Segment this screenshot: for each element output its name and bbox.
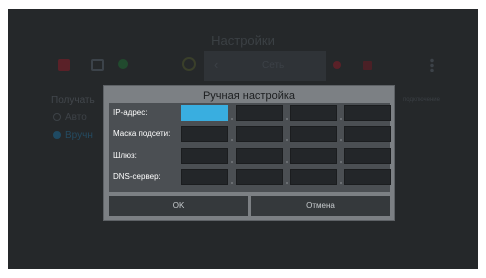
- obtain-label: Получать: [51, 95, 95, 106]
- gateway-label: Шлюз:: [113, 151, 137, 160]
- ok-button[interactable]: OK: [109, 196, 248, 216]
- connection-note: подключение: [403, 97, 440, 103]
- parental-icon[interactable]: [333, 61, 341, 69]
- clock-icon[interactable]: [182, 57, 196, 71]
- gateway-dot: [286, 161, 288, 163]
- ip-octet-4[interactable]: [344, 105, 391, 121]
- gateway-octet-3[interactable]: [290, 148, 337, 164]
- dns-octet-2[interactable]: [236, 169, 283, 185]
- gateway-octet-2[interactable]: [236, 148, 283, 164]
- mask-dot: [286, 139, 288, 141]
- cancel-button[interactable]: Отмена: [251, 196, 390, 216]
- radio-auto-label: Авто: [65, 112, 87, 123]
- gateway-dot: [340, 161, 342, 163]
- radio-auto[interactable]: Авто: [53, 112, 87, 123]
- tv-icon[interactable]: [58, 59, 70, 71]
- cast-icon[interactable]: [118, 59, 128, 69]
- mask-label: Маска подсети:: [113, 129, 171, 138]
- mask-octet-4[interactable]: [344, 126, 391, 142]
- ip-octet-1[interactable]: [181, 105, 228, 121]
- gateway-octet-1[interactable]: [181, 148, 228, 164]
- gateway-dot: [231, 161, 233, 163]
- fields-panel: IP-адрес: Маска подсети: Шлюз: DNS-серве…: [109, 103, 391, 192]
- mask-dot: [340, 139, 342, 141]
- gateway-octet-4[interactable]: [344, 148, 391, 164]
- radio-manual[interactable]: Вручн: [53, 130, 93, 141]
- dns-octet-4[interactable]: [344, 169, 391, 185]
- radio-dot-icon: [53, 131, 61, 139]
- radio-manual-label: Вручн: [65, 130, 93, 141]
- mask-dot: [231, 139, 233, 141]
- mask-octet-3[interactable]: [290, 126, 337, 142]
- ip-dot: [231, 118, 233, 120]
- dns-dot: [286, 182, 288, 184]
- mask-octet-2[interactable]: [236, 126, 283, 142]
- dns-dot: [340, 182, 342, 184]
- tv-screen: Настройки ‹ Сеть Получать подключение Ав…: [8, 9, 478, 269]
- dialog-title: Ручная настройка: [202, 90, 296, 102]
- ip-label: IP-адрес:: [113, 108, 148, 117]
- radio-dot-icon: [53, 113, 61, 121]
- dns-label: DNS-сервер:: [113, 172, 161, 181]
- settings-title: Настройки: [211, 33, 275, 48]
- more-icon[interactable]: [430, 58, 434, 72]
- ip-octet-3[interactable]: [290, 105, 337, 121]
- lock-icon[interactable]: [363, 61, 372, 70]
- tab-network-label: Сеть: [262, 60, 285, 71]
- mask-octet-1[interactable]: [181, 126, 228, 142]
- dns-octet-3[interactable]: [290, 169, 337, 185]
- tab-network[interactable]: ‹ Сеть: [204, 51, 326, 81]
- ip-dot: [286, 118, 288, 120]
- screen-icon[interactable]: [91, 59, 104, 71]
- ip-octet-2[interactable]: [236, 105, 283, 121]
- ip-dot: [340, 118, 342, 120]
- settings-icon-bar: ‹ Сеть: [8, 51, 478, 81]
- dns-dot: [231, 182, 233, 184]
- dns-octet-1[interactable]: [181, 169, 228, 185]
- manual-settings-dialog: Ручная настройка IP-адрес: Маска подсети…: [104, 86, 394, 220]
- network-icon: ‹: [214, 57, 219, 72]
